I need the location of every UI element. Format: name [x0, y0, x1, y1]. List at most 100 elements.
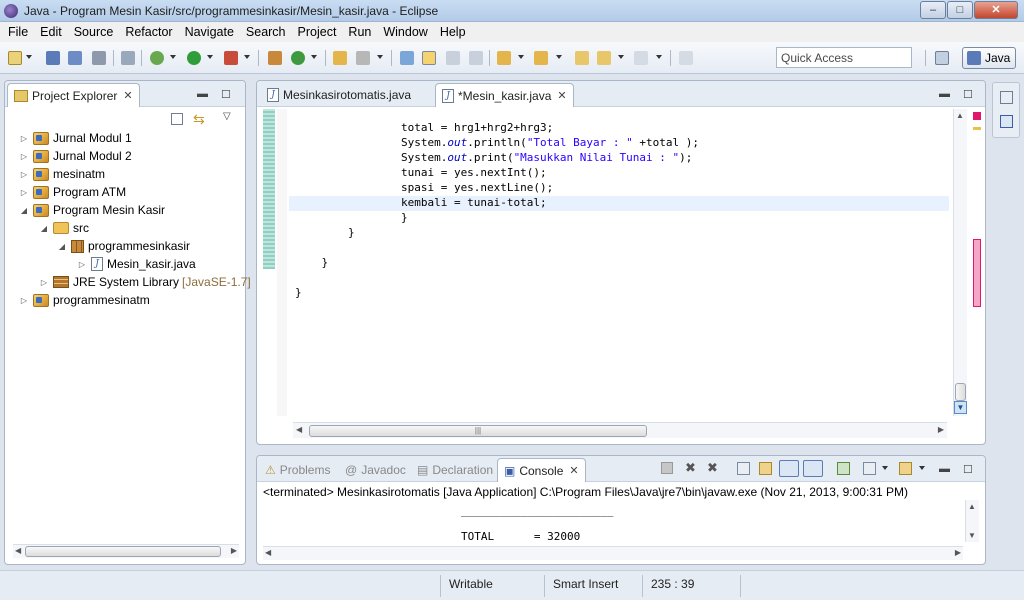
next-annotation-icon[interactable] — [497, 51, 511, 65]
menu-edit[interactable]: Edit — [34, 25, 68, 39]
minimize-view-icon[interactable]: ▬ — [939, 463, 950, 475]
toggle-ant-icon[interactable] — [400, 51, 414, 65]
tab-project-explorer[interactable]: Project Explorer ✕ — [7, 83, 140, 107]
scroll-lock-icon[interactable] — [759, 462, 772, 475]
java-perspective-button[interactable]: Java — [962, 47, 1016, 69]
tree-item-mesin-kasir-java[interactable]: ▷ J Mesin_kasir.java — [77, 255, 196, 273]
external-tools-dropdown-icon[interactable] — [244, 55, 250, 59]
tab-console[interactable]: ▣ Console ✕ — [497, 458, 586, 482]
tree-item-programmesinatm[interactable]: ▷ programmesinatm — [19, 291, 150, 309]
maximize-view-icon[interactable]: ☐ — [221, 88, 231, 101]
open-perspective-icon[interactable] — [935, 51, 949, 65]
tree-item-jurnal-modul-2[interactable]: ▷ Jurnal Modul 2 — [19, 147, 132, 165]
close-icon[interactable]: ✕ — [557, 89, 566, 102]
pin-editor-icon[interactable] — [679, 51, 693, 65]
expand-icon[interactable]: ▷ — [77, 260, 87, 269]
scroll-right-icon[interactable]: ▶ — [955, 548, 961, 557]
scroll-down-icon[interactable]: ▼ — [954, 401, 967, 414]
clear-console-icon[interactable] — [737, 462, 750, 475]
new-class-icon[interactable] — [291, 51, 305, 65]
tree-item-program-mesin-kasir[interactable]: ◢ Program Mesin Kasir — [19, 201, 165, 219]
run-dropdown-icon[interactable] — [207, 55, 213, 59]
close-icon[interactable]: ✕ — [569, 464, 578, 477]
menu-help[interactable]: Help — [434, 25, 472, 39]
menu-file[interactable]: File — [2, 25, 34, 39]
tab-mesinkasirotomatis[interactable]: J Mesinkasirotomatis.java — [261, 83, 417, 107]
view-menu-icon[interactable]: ▽ — [223, 111, 231, 122]
scroll-down-icon[interactable]: ▼ — [968, 531, 976, 540]
tree-item-programmesinkasir[interactable]: ◢ programmesinkasir — [57, 237, 190, 255]
menu-project[interactable]: Project — [292, 25, 343, 39]
editor-vscrollbar[interactable]: ▲ ▼ — [953, 109, 967, 416]
close-icon[interactable]: ✕ — [123, 89, 132, 102]
mark-occurrences-icon[interactable] — [422, 51, 436, 65]
collapse-icon[interactable]: ◢ — [19, 206, 29, 215]
code-editor[interactable]: total = hrg1+hrg2+hrg3; System.out.print… — [263, 109, 949, 416]
maximize-view-icon[interactable]: ☐ — [963, 463, 973, 476]
minimize-view-icon[interactable]: ▬ — [939, 88, 950, 100]
minimize-button[interactable]: – — [920, 1, 946, 19]
scroll-right-icon[interactable]: ▶ — [938, 425, 944, 434]
previous-annotation-dropdown-icon[interactable] — [556, 55, 562, 59]
console-hscrollbar[interactable]: ◀ ▶ — [263, 546, 963, 560]
open-console-dropdown-icon[interactable] — [919, 466, 925, 470]
link-with-editor-icon[interactable]: ⇆ — [193, 111, 205, 128]
remove-launch-icon[interactable]: ✖ — [685, 460, 696, 476]
console-vscrollbar[interactable]: ▲ ▼ — [965, 500, 979, 542]
close-button[interactable]: ✕ — [974, 1, 1018, 19]
scroll-right-icon[interactable]: ▶ — [231, 546, 237, 555]
search-icon[interactable] — [356, 51, 370, 65]
scroll-left-icon[interactable]: ◀ — [15, 546, 21, 555]
explorer-hscrollbar[interactable]: ◀ ▶ — [13, 544, 239, 558]
tree-item-src[interactable]: ◢ src — [39, 219, 89, 237]
menu-window[interactable]: Window — [377, 25, 433, 39]
scroll-up-icon[interactable]: ▲ — [968, 502, 976, 511]
collapse-icon[interactable]: ◢ — [39, 224, 49, 233]
error-marker-icon[interactable] — [973, 112, 981, 120]
menu-run[interactable]: Run — [342, 25, 377, 39]
expand-icon[interactable]: ▷ — [19, 170, 29, 179]
terminate-icon[interactable] — [661, 462, 673, 474]
display-console-dropdown-icon[interactable] — [882, 466, 888, 470]
tab-declaration[interactable]: ▤ Declaration — [411, 458, 499, 482]
editor-hscroll-thumb[interactable]: ||| — [309, 425, 647, 437]
collapse-all-icon[interactable] — [171, 113, 183, 125]
minimize-view-icon[interactable]: ▬ — [197, 88, 208, 100]
search-dropdown-icon[interactable] — [377, 55, 383, 59]
tab-mesin-kasir[interactable]: J *Mesin_kasir.java ✕ — [435, 83, 574, 107]
print-icon[interactable] — [92, 51, 106, 65]
outline-view-icon[interactable] — [1000, 115, 1013, 128]
display-console-icon[interactable] — [863, 462, 876, 475]
pin-console-icon[interactable] — [837, 462, 850, 475]
menu-search[interactable]: Search — [240, 25, 292, 39]
block-selection-icon[interactable] — [446, 51, 460, 65]
new-dropdown-icon[interactable] — [26, 55, 32, 59]
expand-icon[interactable]: ▷ — [19, 152, 29, 161]
new-package-icon[interactable] — [268, 51, 282, 65]
maximize-view-icon[interactable]: ☐ — [963, 88, 973, 101]
warning-marker-icon[interactable] — [973, 127, 981, 130]
expand-icon[interactable]: ▷ — [19, 134, 29, 143]
open-console-icon[interactable] — [899, 462, 912, 475]
forward-dropdown-icon[interactable] — [656, 55, 662, 59]
debug-dropdown-icon[interactable] — [170, 55, 176, 59]
restore-view-icon[interactable] — [1000, 91, 1013, 104]
quick-access-input[interactable]: Quick Access — [776, 47, 912, 68]
tree-item-jurnal-modul-1[interactable]: ▷ Jurnal Modul 1 — [19, 129, 132, 147]
new-icon[interactable] — [8, 51, 22, 65]
explorer-hscroll-thumb[interactable] — [25, 546, 221, 557]
next-annotation-dropdown-icon[interactable] — [518, 55, 524, 59]
save-all-icon[interactable] — [68, 51, 82, 65]
forward-icon[interactable] — [634, 51, 648, 65]
menu-refactor[interactable]: Refactor — [119, 25, 178, 39]
menu-navigate[interactable]: Navigate — [179, 25, 240, 39]
run-icon[interactable] — [187, 51, 201, 65]
external-tools-icon[interactable] — [224, 51, 238, 65]
show-stderr-icon[interactable] — [803, 460, 823, 477]
tab-problems[interactable]: ⚠ Problems — [259, 458, 336, 482]
last-edit-location-icon[interactable] — [575, 51, 589, 65]
show-stdout-icon[interactable] — [779, 460, 799, 477]
collapse-icon[interactable]: ◢ — [57, 242, 67, 251]
new-class-dropdown-icon[interactable] — [311, 55, 317, 59]
skip-breakpoints-icon[interactable] — [121, 51, 135, 65]
